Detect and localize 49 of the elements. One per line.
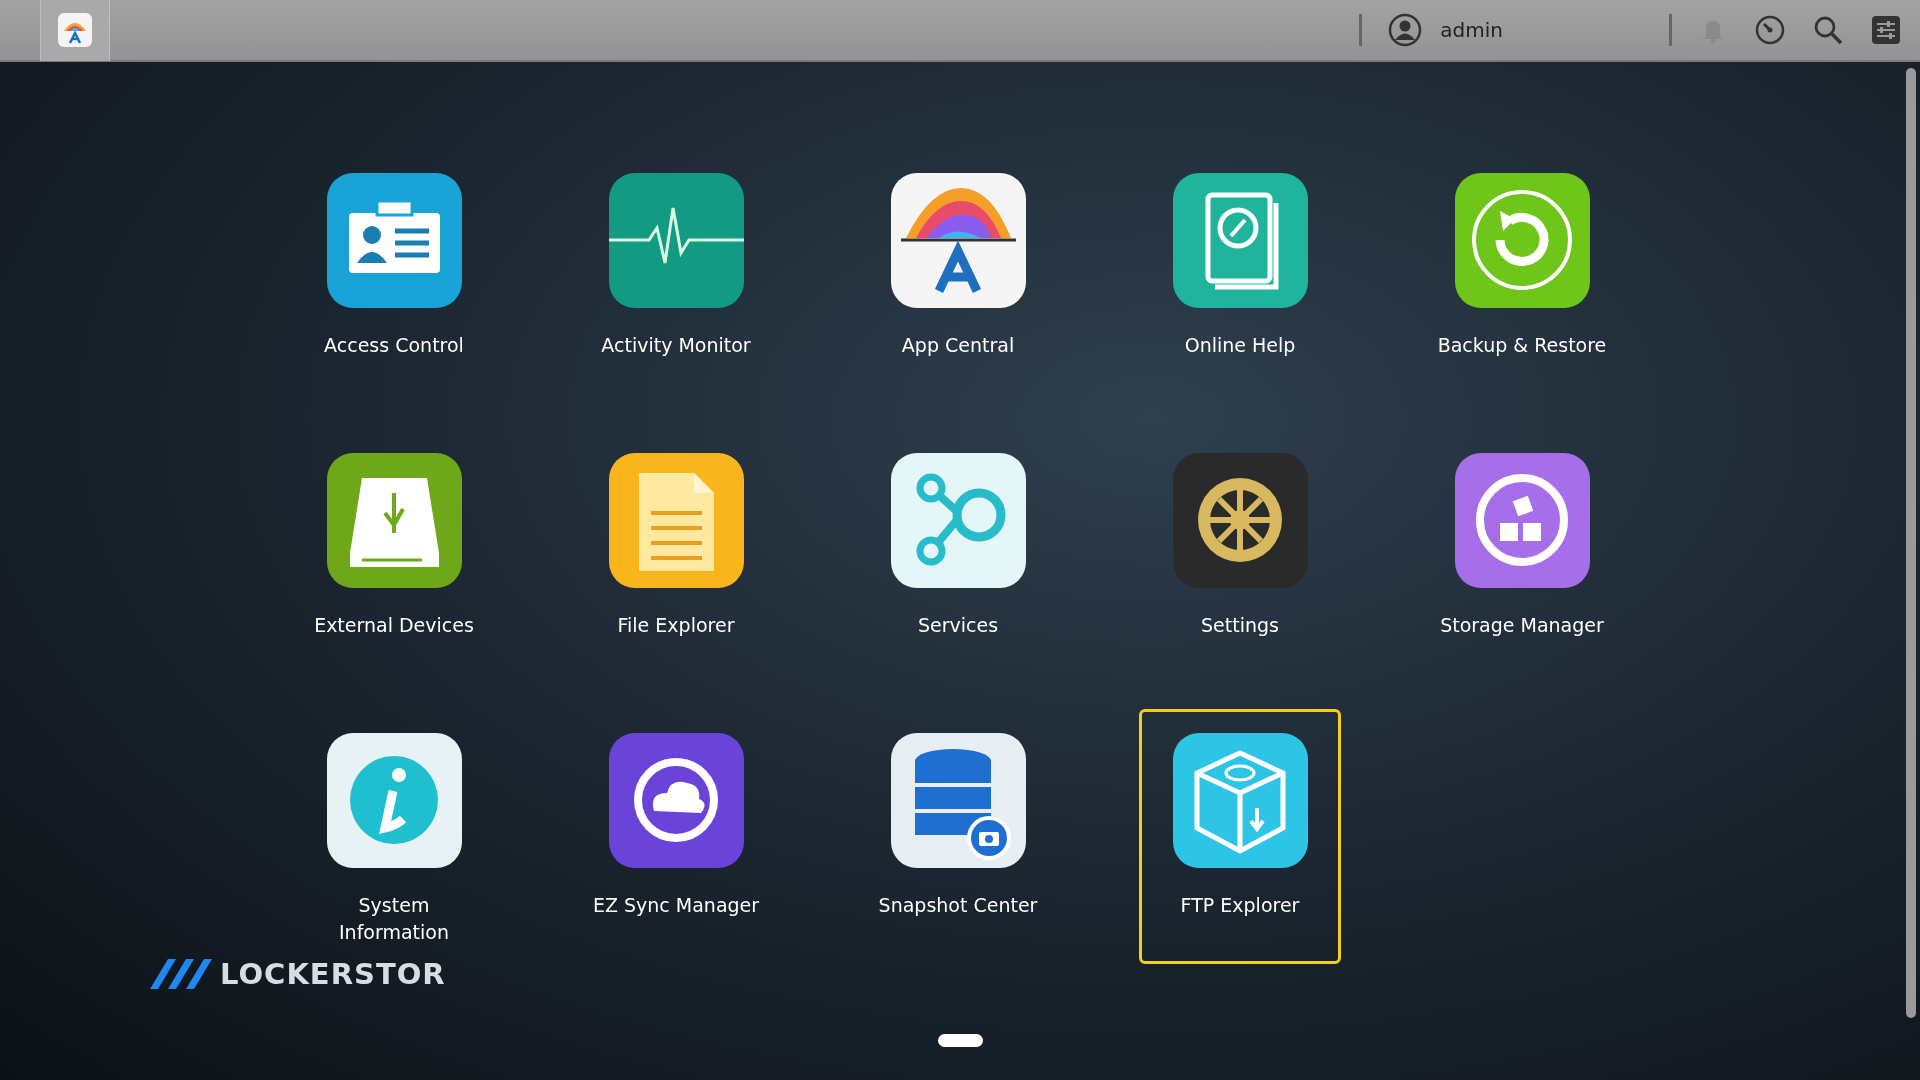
app-shortcut[interactable]: Snapshot Center (857, 709, 1059, 964)
app-shortcut[interactable]: Backup & Restore (1421, 149, 1623, 404)
app-shortcut[interactable]: Storage Manager (1421, 429, 1623, 684)
app-label: Snapshot Center (878, 893, 1038, 918)
slashes-icon (150, 959, 212, 989)
app-label: Online Help (1184, 333, 1296, 358)
app-label: System Information (338, 893, 450, 945)
app-shortcut[interactable]: File Explorer (575, 429, 777, 684)
usb-drive-icon (326, 453, 462, 588)
gauge-icon[interactable] (1754, 14, 1786, 46)
launcher-button[interactable] (40, 0, 110, 61)
info-icon (326, 733, 462, 868)
app-label: Access Control (324, 333, 464, 358)
node-graph-icon (890, 453, 1026, 588)
database-camera-icon (890, 733, 1026, 868)
ftp-box-icon (1172, 733, 1308, 868)
app-label: File Explorer (617, 613, 735, 638)
cloud-sync-icon (608, 733, 744, 868)
app-label: Services (917, 613, 999, 638)
scrollbar[interactable] (1906, 68, 1916, 1018)
app-shortcut[interactable]: Access Control (293, 149, 495, 404)
id-card-icon (326, 173, 462, 308)
app-label: App Central (901, 333, 1015, 358)
heartbeat-icon (608, 173, 744, 308)
page-indicator[interactable] (938, 1034, 983, 1047)
control-panel-icon[interactable] (1870, 14, 1902, 46)
app-shortcut[interactable]: Activity Monitor (575, 149, 777, 404)
user-avatar-icon[interactable] (1388, 13, 1423, 47)
app-shortcut[interactable]: FTP Explorer (1139, 709, 1341, 964)
app-label: EZ Sync Manager (592, 893, 760, 918)
rainbow-a-icon (890, 173, 1026, 308)
app-label: Activity Monitor (601, 333, 751, 358)
app-label: Settings (1201, 613, 1279, 638)
compass-book-icon (1172, 173, 1308, 308)
app-label: External Devices (314, 613, 474, 638)
app-label: Backup & Restore (1437, 333, 1607, 358)
app-shortcut[interactable]: Online Help (1139, 149, 1341, 404)
rainbow-a-icon (58, 13, 92, 47)
search-icon[interactable] (1812, 14, 1844, 46)
app-shortcut[interactable]: App Central (857, 149, 1059, 404)
app-shortcut[interactable]: External Devices (293, 429, 495, 684)
user-name[interactable]: admin (1440, 18, 1503, 42)
app-shortcut[interactable]: Settings (1139, 429, 1341, 684)
app-shortcut[interactable]: Services (857, 429, 1059, 684)
app-label: FTP Explorer (1180, 893, 1300, 918)
app-label: Storage Manager (1440, 613, 1604, 638)
document-icon (608, 453, 744, 588)
app-shortcut[interactable]: EZ Sync Manager (575, 709, 777, 964)
gear-icon (1172, 453, 1308, 588)
